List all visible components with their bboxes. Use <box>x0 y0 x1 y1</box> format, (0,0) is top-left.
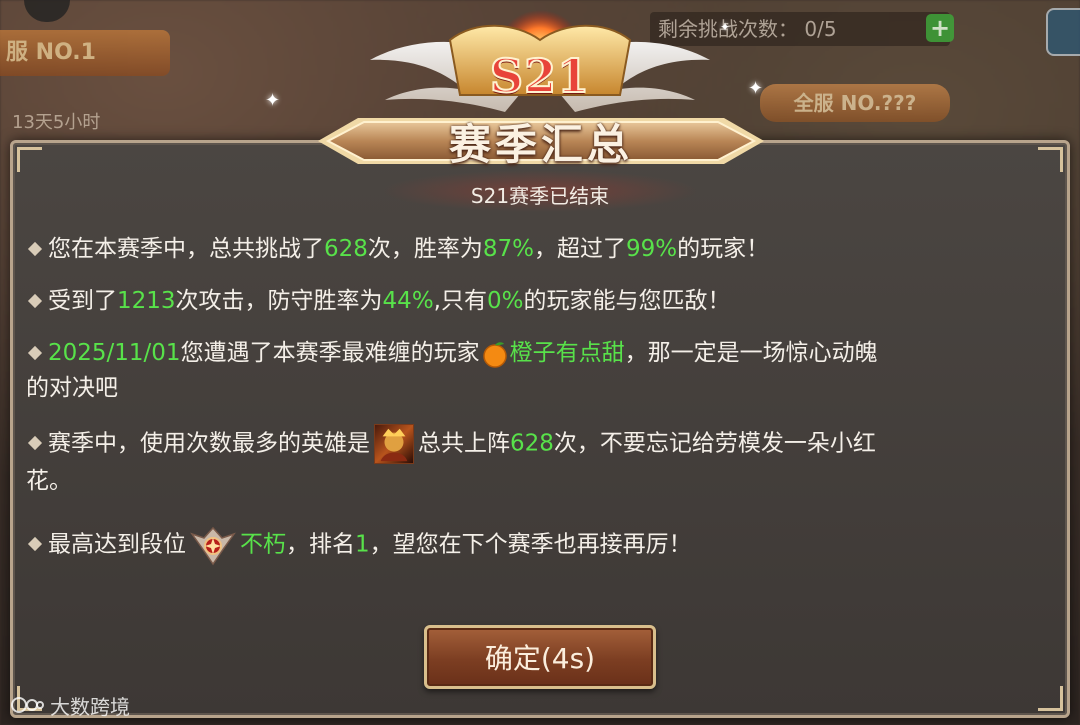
watermark-logo-icon <box>11 697 44 713</box>
text: 的对决吧 <box>26 375 118 401</box>
bullet-icon <box>27 241 43 256</box>
summary-line-challenges: 您在本赛季中，总共挑战了628次，胜率为87%，超过了99%的玩家！ <box>26 232 1036 267</box>
text: 次，不要忘记给劳模发一朵小红 <box>553 430 876 457</box>
text: ，超过了 <box>534 236 627 262</box>
text: 的玩家能与您匹敌！ <box>523 288 731 314</box>
season-time-left: 13天5小时 <box>12 112 101 133</box>
match-percent: 0% <box>486 288 524 314</box>
panel-corner-ornament <box>1038 686 1063 711</box>
text: 您在本赛季中，总共挑战了 <box>48 236 324 262</box>
sparkle-icon: ✦ <box>265 90 281 111</box>
text: ，望您在下个赛季也再接再厉！ <box>369 531 692 558</box>
bullet-icon <box>27 536 43 552</box>
confirm-button[interactable]: 确定(4s) <box>424 625 656 689</box>
attack-count: 1213 <box>117 288 176 314</box>
season-number-badge: S21 <box>450 40 630 112</box>
text: 赛季中，使用次数最多的英雄是 <box>48 430 370 457</box>
panel-corner-ornament <box>1038 147 1063 172</box>
global-rank-button[interactable]: 全服 NO.??? <box>760 84 950 122</box>
rank-tier: 不朽 <box>240 531 286 558</box>
bullet-icon <box>27 435 43 451</box>
hero-uses: 628 <box>510 430 554 457</box>
text: ，那一定是一场惊心动魄 <box>624 340 878 366</box>
panel-corner-ornament <box>17 147 42 172</box>
sparkle-icon: ✦ <box>748 78 764 99</box>
season-number: S21 <box>489 48 591 104</box>
challenge-count: 628 <box>324 236 368 262</box>
text: 次，胜率为 <box>367 236 483 262</box>
rival-date: 2025/11/01 <box>48 340 181 366</box>
bullet-icon <box>27 345 43 360</box>
rank-number: 1 <box>355 531 370 558</box>
add-challenges-button[interactable]: + <box>926 14 954 42</box>
server-rank-badge: 服 NO.1 <box>0 30 170 76</box>
text: ，排名 <box>286 531 355 558</box>
text: 最高达到段位 <box>48 531 186 558</box>
remaining-challenges-value: 0/5 <box>804 17 837 41</box>
text: 的玩家！ <box>677 236 770 262</box>
hero-portrait-icon <box>374 424 414 464</box>
rival-player-name[interactable]: 橙子有点甜 <box>510 340 625 366</box>
defense-rate: 44% <box>382 288 434 314</box>
season-ended-subtitle: S21赛季已结束 <box>470 184 610 208</box>
watermark: 大数跨境 <box>10 692 130 719</box>
text: ,只有 <box>433 288 487 314</box>
bullet-icon <box>27 293 43 308</box>
text: 次攻击，防守胜率为 <box>175 288 383 314</box>
orange-icon <box>482 341 507 368</box>
page-title: 赛季汇总 <box>448 119 633 169</box>
watermark-text: 大数跨境 <box>50 694 130 719</box>
sparkle-icon: ✦ <box>720 20 731 34</box>
summary-line-hero: 赛季中，使用次数最多的英雄是 总共上阵628次，不要忘记给劳模发一朵小红花。 <box>26 424 1036 499</box>
text: 花。 <box>26 468 72 494</box>
percentile: 99% <box>626 236 678 262</box>
summary-line-defense: 受到了1213次攻击，防守胜率为44%,只有0%的玩家能与您匹敌！ <box>26 284 1036 319</box>
summary-line-rival: 2025/11/01您遭遇了本赛季最难缠的玩家 橙子有点甜，那一定是一场惊心动魄的… <box>26 336 1036 406</box>
text: 总共上阵 <box>418 430 510 457</box>
text: 您遭遇了本赛季最难缠的玩家 <box>180 340 480 366</box>
win-rate: 87% <box>482 236 535 262</box>
text: 受到了 <box>48 288 117 314</box>
top-right-button[interactable] <box>1046 8 1080 56</box>
rank-emblem-icon <box>190 526 236 566</box>
summary-line-rank: 最高达到段位 不朽，排名1，望您在下个赛季也再接再厉！ <box>26 524 1036 566</box>
